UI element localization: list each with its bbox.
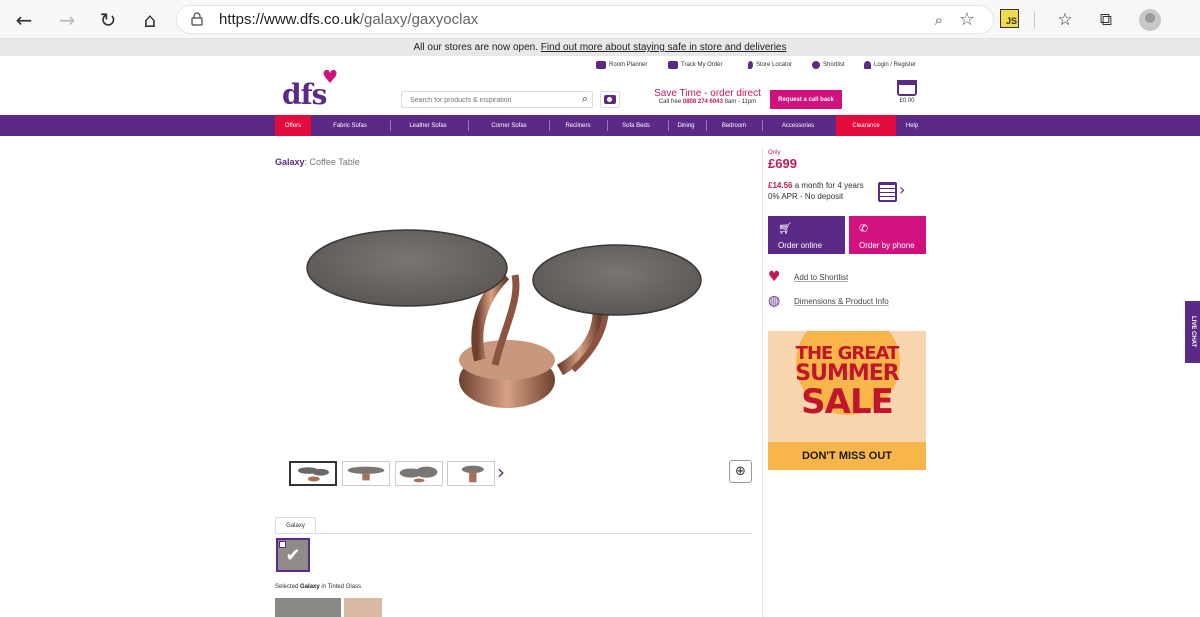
promo-cta[interactable]: DON'T MISS OUT xyxy=(768,442,926,470)
tab-underline xyxy=(275,533,752,534)
logo-heart-icon: ♥ xyxy=(322,67,339,88)
nav-sofa-beds[interactable]: Sofa Beds xyxy=(613,115,659,136)
order-by-phone-button[interactable]: ✆ Order by phone xyxy=(849,216,926,254)
room-planner-link[interactable]: Room Planner xyxy=(596,61,647,69)
basket-button[interactable]: £0.00 xyxy=(896,80,918,110)
address-bar[interactable]: https://www.dfs.co.uk/galaxy/gaxyoclax ⌕… xyxy=(176,5,994,34)
chevron-right-icon[interactable]: › xyxy=(899,180,905,199)
selected-variant-text: Selected Galaxy in Tinted Glass xyxy=(275,584,362,590)
nav-divider xyxy=(762,120,763,131)
visual-search-button[interactable] xyxy=(600,91,620,108)
location-pin-icon xyxy=(748,61,753,69)
nav-accessories[interactable]: Accessories xyxy=(770,115,826,136)
add-to-shortlist-link[interactable]: ♥ Add to Shortlist xyxy=(768,269,848,285)
zoom-in-icon[interactable]: ⊕ xyxy=(729,460,752,483)
finance-calculator-icon[interactable] xyxy=(878,182,897,202)
product-price: £699 xyxy=(768,156,797,171)
save-time-info: Save Time - order direct Call free 0808 … xyxy=(654,88,761,105)
camera-icon xyxy=(604,95,616,104)
product-title: Galaxy: Coffee Table xyxy=(275,157,360,167)
collections-icon[interactable]: ⧉ xyxy=(1094,8,1118,32)
tape-measure-icon: ◍ xyxy=(768,293,781,309)
login-link[interactable]: Login / Register xyxy=(864,61,916,69)
url-text: https://www.dfs.co.uk/galaxy/gaxyoclax xyxy=(219,11,479,28)
column-divider xyxy=(762,148,763,617)
summer-sale-banner[interactable]: THE GREAT SUMMER SALE DON'T MISS OUT xyxy=(768,331,926,470)
lock-icon xyxy=(191,12,203,26)
favorite-icon[interactable]: ☆ xyxy=(959,9,975,30)
nav-divider xyxy=(390,120,391,131)
js-extension-icon[interactable]: JS xyxy=(1000,9,1019,28)
material-swatch-glass[interactable] xyxy=(275,598,341,617)
main-nav: Offers Fabric Sofas Leather Sofas Corner… xyxy=(0,115,1200,136)
thumbnails-next-icon[interactable]: › xyxy=(497,461,505,483)
request-callback-button[interactable]: Request a call back xyxy=(770,90,842,109)
product-image[interactable] xyxy=(305,220,705,420)
truck-icon xyxy=(668,61,678,69)
dfs-logo[interactable]: dfs ♥ xyxy=(282,67,344,112)
nav-leather-sofas[interactable]: Leather Sofas xyxy=(398,115,458,136)
thumbnail-2[interactable] xyxy=(342,461,390,486)
thumbnail-4[interactable] xyxy=(447,461,495,486)
notice-link[interactable]: Find out more about staying safe in stor… xyxy=(541,42,787,53)
checkmark-icon: ✔ xyxy=(285,544,301,566)
nav-divider xyxy=(468,120,469,131)
notice-text: All our stores are now open. xyxy=(413,42,539,53)
basket-icon: 🛒︎ xyxy=(778,222,792,235)
nav-fabric-sofas[interactable]: Fabric Sofas xyxy=(320,115,380,136)
basket-total: £0.00 xyxy=(899,98,915,104)
material-swatch-rose[interactable] xyxy=(344,598,382,617)
search-input[interactable] xyxy=(410,94,570,106)
nav-clearance[interactable]: Clearance xyxy=(836,115,896,136)
nav-dining[interactable]: Dining xyxy=(672,115,700,136)
selected-swatch[interactable]: ✔ xyxy=(276,538,310,572)
store-locator-link[interactable]: Store Locator xyxy=(748,61,792,69)
room-planner-icon xyxy=(596,61,606,69)
nav-recliners[interactable]: Recliners xyxy=(555,115,601,136)
search-box: ⌕ xyxy=(401,91,593,108)
zoom-icon[interactable]: ⌕ xyxy=(935,11,943,29)
toolbar-divider xyxy=(1034,11,1035,29)
browser-toolbar: ← → ↻ ⌂ https://www.dfs.co.uk/galaxy/gax… xyxy=(0,0,1200,39)
nav-help[interactable]: Help xyxy=(900,115,924,136)
heart-icon xyxy=(812,61,820,69)
finance-info: £14.56 a month for 4 years 0% APR - No d… xyxy=(768,181,864,201)
profile-icon[interactable] xyxy=(1139,9,1161,31)
nav-bedroom[interactable]: Bedroom xyxy=(712,115,756,136)
heart-icon: ♥ xyxy=(768,269,781,285)
back-icon[interactable]: ← xyxy=(12,8,36,32)
favorites-icon[interactable]: ☆ xyxy=(1053,8,1077,32)
thumbnail-3[interactable] xyxy=(395,461,443,486)
phone-number: 0808 274 6043 xyxy=(682,99,723,105)
phone-icon: ✆ xyxy=(859,222,869,235)
store-notice-bar: All our stores are now open. Find out mo… xyxy=(0,39,1200,56)
user-icon xyxy=(864,61,871,69)
promo-title: THE GREAT SUMMER SALE xyxy=(795,343,899,422)
nav-divider xyxy=(668,120,669,131)
basket-icon xyxy=(897,80,917,96)
dimensions-link[interactable]: ◍ Dimensions & Product Info xyxy=(768,293,889,309)
order-online-button[interactable]: 🛒︎ Order online xyxy=(768,216,845,254)
swatch-tag-icon xyxy=(279,541,286,548)
nav-divider xyxy=(607,120,608,131)
shortlist-link[interactable]: Shortlist xyxy=(812,61,845,69)
search-icon[interactable]: ⌕ xyxy=(582,92,588,106)
thumbnail-1[interactable] xyxy=(289,461,337,486)
live-chat-tab[interactable]: LIVE CHAT xyxy=(1185,301,1200,363)
nav-corner-sofas[interactable]: Corner Sofas xyxy=(478,115,540,136)
track-order-link[interactable]: Track My Order xyxy=(668,61,722,69)
refresh-icon[interactable]: ↻ xyxy=(96,8,120,32)
forward-icon[interactable]: → xyxy=(55,8,79,32)
nav-offers[interactable]: Offers xyxy=(275,115,311,136)
tab-galaxy[interactable]: Galaxy xyxy=(275,517,316,534)
nav-divider xyxy=(549,120,550,131)
home-icon[interactable]: ⌂ xyxy=(138,8,162,32)
nav-divider xyxy=(706,120,707,131)
